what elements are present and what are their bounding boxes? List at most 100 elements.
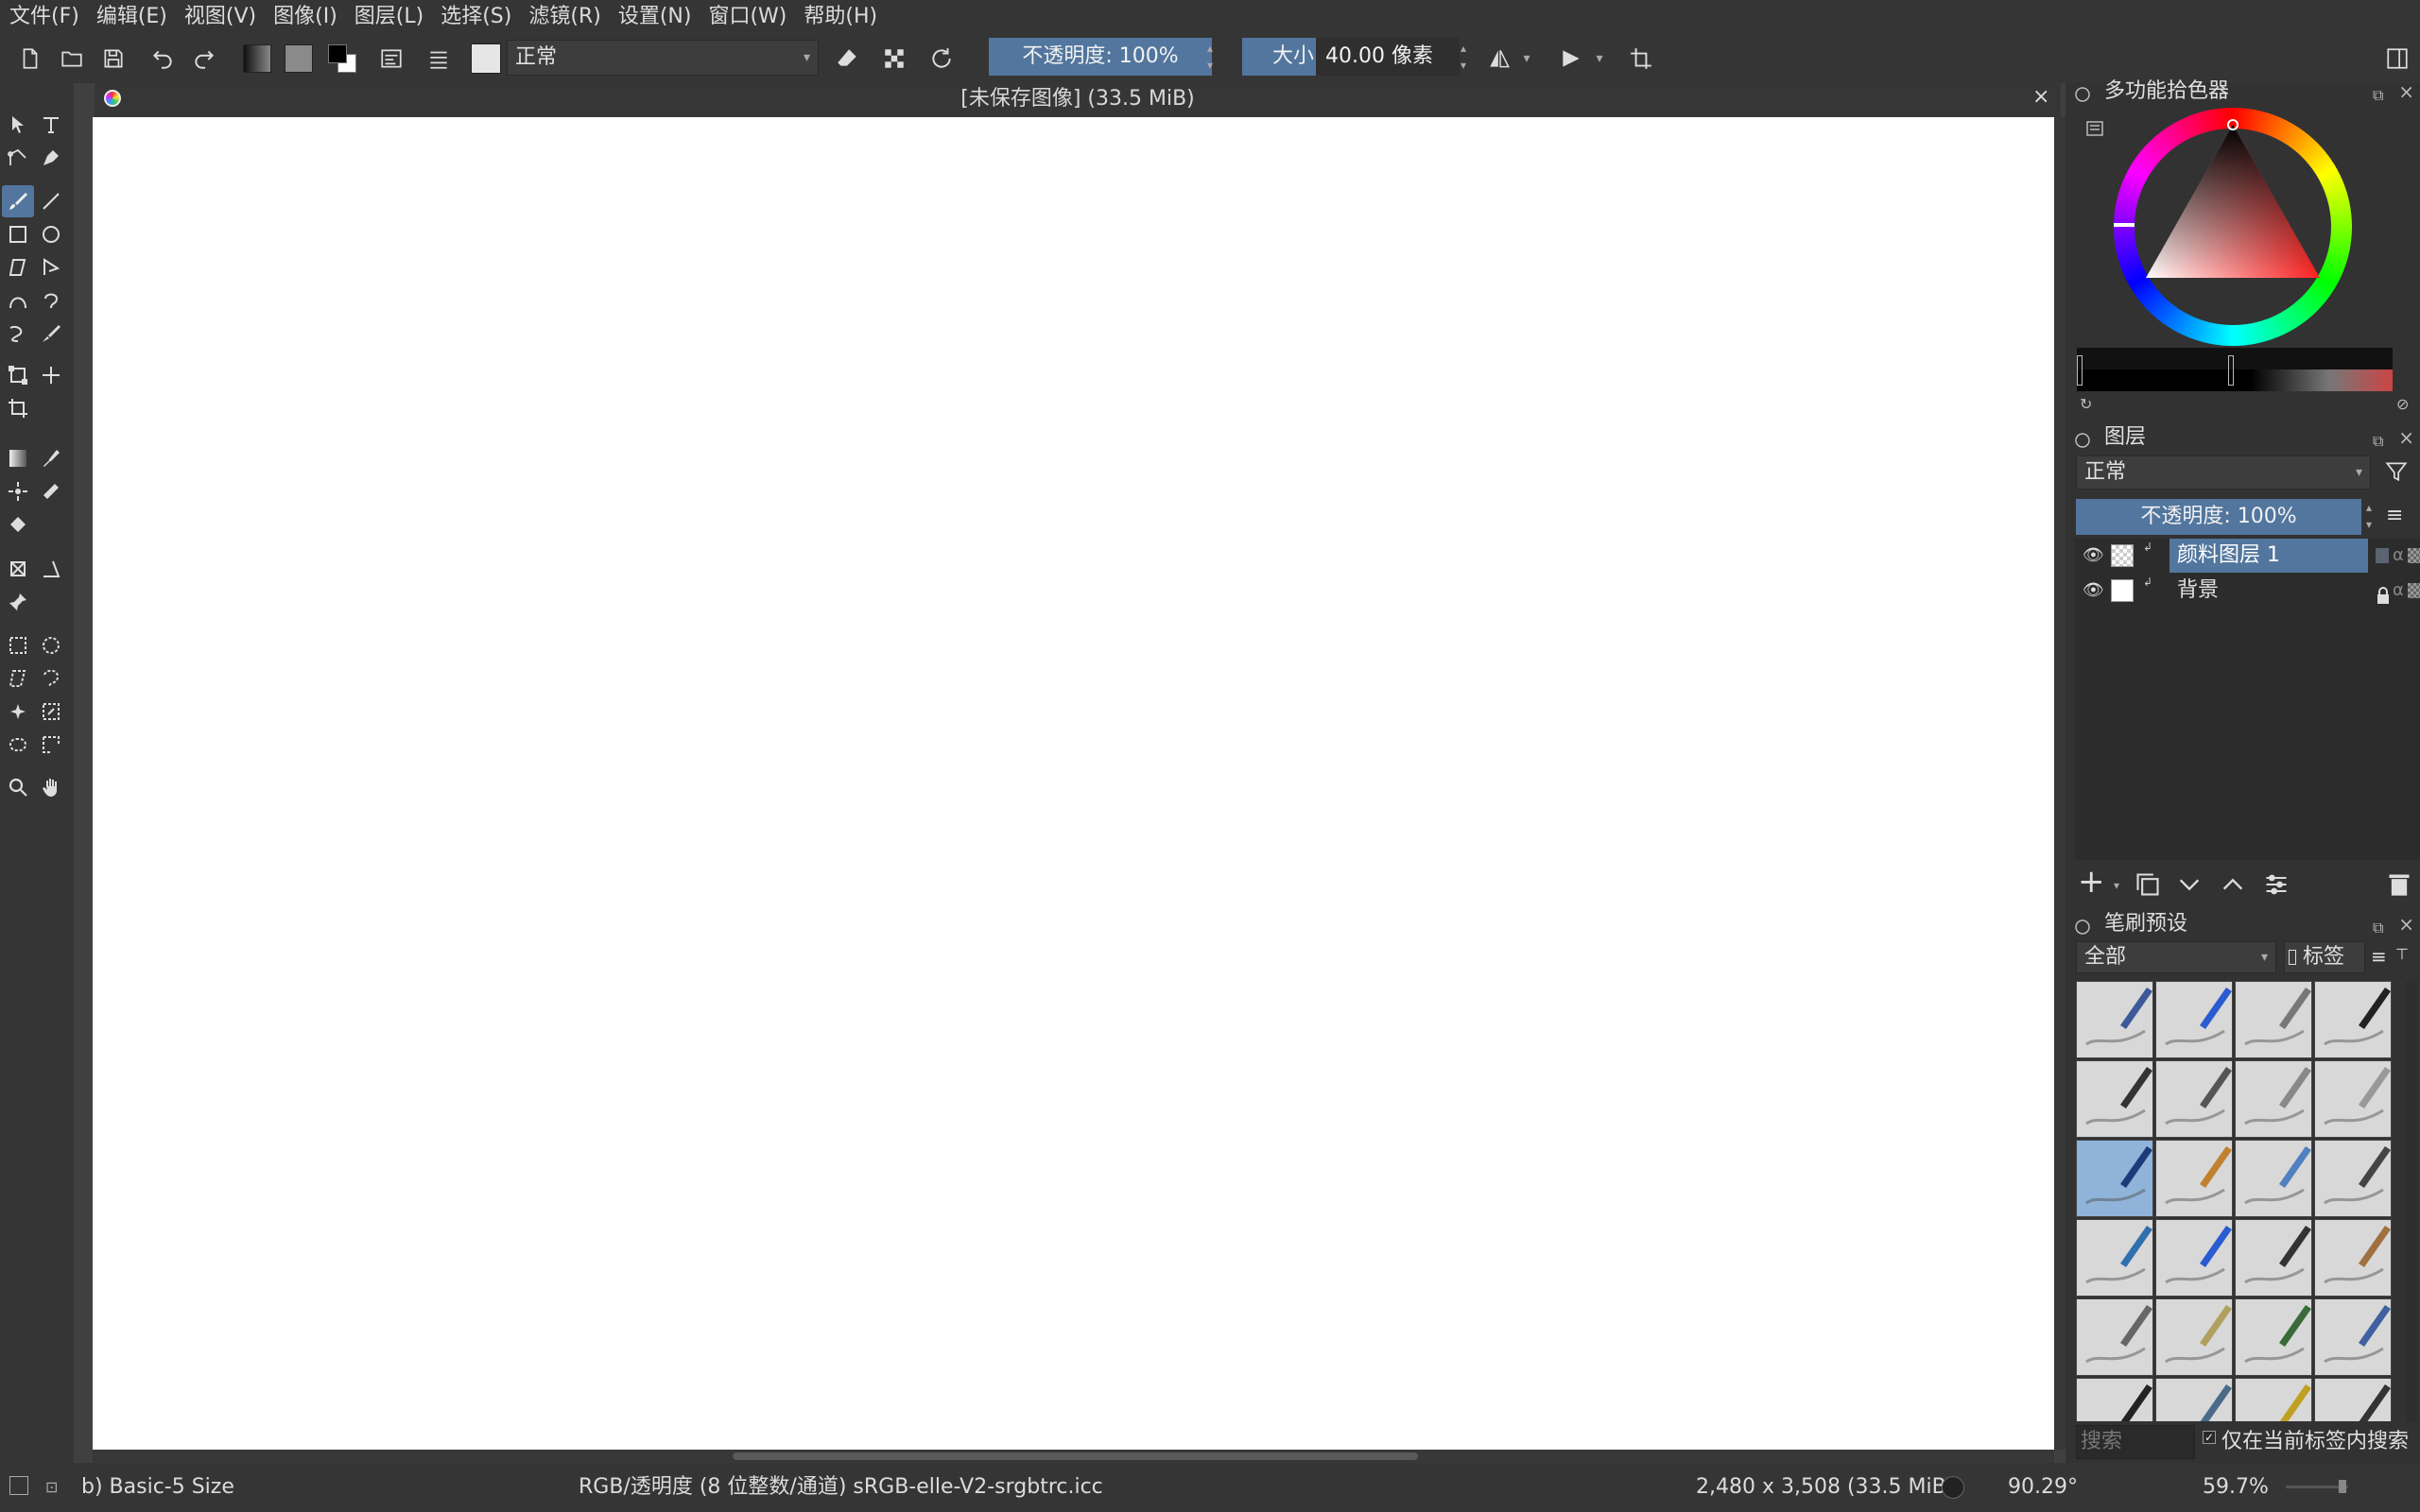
brush-preset-tile[interactable] — [2155, 981, 2233, 1058]
menu-edit[interactable]: 编辑(E) — [88, 0, 176, 34]
brush-preset-tile[interactable] — [2314, 1378, 2392, 1421]
color-selector-settings-icon[interactable] — [2085, 119, 2104, 138]
multibrush-icon[interactable] — [35, 318, 67, 350]
filter-icon[interactable] — [2384, 459, 2409, 484]
eye-icon[interactable]: 👁 — [2083, 574, 2104, 608]
color-picker-icon[interactable] — [35, 442, 67, 474]
open-folder-icon[interactable] — [55, 42, 89, 76]
size-spin-arrows[interactable]: ▴ ▾ — [1456, 40, 1471, 77]
layer-opacity-slider[interactable]: 不透明度: 100% — [2076, 499, 2361, 535]
magnetic-select-icon[interactable] — [35, 729, 67, 761]
text-tool-icon[interactable] — [35, 109, 67, 141]
save-icon[interactable] — [96, 42, 130, 76]
menu-window[interactable]: 窗口(W) — [700, 0, 795, 34]
brush-editor-icon[interactable] — [374, 42, 408, 76]
brush-preset-tile[interactable] — [2235, 1060, 2312, 1138]
rotation-dial-icon[interactable] — [1942, 1476, 1964, 1499]
mirror-horizontal-icon[interactable] — [1482, 42, 1516, 76]
measure-tool-icon[interactable] — [35, 553, 67, 585]
eye-icon[interactable]: 👁 — [2083, 539, 2104, 573]
brush-preset-tile[interactable] — [2235, 1140, 2312, 1217]
brush-preset-tile[interactable] — [2155, 1378, 2233, 1421]
line-tool-icon[interactable] — [35, 185, 67, 217]
wrap-around-icon[interactable] — [1624, 42, 1658, 76]
preserve-alpha-icon[interactable] — [877, 42, 911, 76]
saturation-value-triangle[interactable] — [2114, 108, 2352, 346]
ellipse-tool-icon[interactable] — [35, 218, 67, 250]
lock-docker-icon[interactable] — [2074, 83, 2091, 102]
eraser-icon[interactable] — [830, 42, 864, 76]
close-document-icon[interactable]: × — [2032, 85, 2049, 109]
size-slider[interactable]: 大小 40.00 像素 — [1242, 38, 1460, 76]
delete-layer-icon[interactable] — [2386, 871, 2412, 898]
brush-preset-tile[interactable] — [2235, 1219, 2312, 1297]
brush-preset-tile[interactable] — [2076, 1140, 2153, 1217]
redo-icon[interactable] — [187, 42, 221, 76]
chevron-down-icon[interactable]: ▾ — [2114, 879, 2119, 892]
crop-tool-icon[interactable] — [2, 392, 34, 424]
color-history-strip[interactable] — [2077, 348, 2393, 391]
layer-row-background[interactable]: 👁 ↲ 背景 α — [2075, 574, 2420, 608]
smart-patch-icon[interactable] — [35, 475, 67, 507]
rotation-angle[interactable]: 90.29° — [2008, 1463, 2078, 1512]
drawing-canvas[interactable] — [93, 117, 2054, 1450]
move-layer-down-icon[interactable] — [2176, 871, 2203, 898]
menu-settings[interactable]: 设置(N) — [610, 0, 700, 34]
new-document-icon[interactable] — [13, 42, 47, 76]
pattern-swatch-icon[interactable] — [282, 42, 316, 76]
menu-help[interactable]: 帮助(H) — [795, 0, 886, 34]
alpha-lock-icon[interactable]: α — [2393, 574, 2404, 608]
brush-preset-tile[interactable] — [2076, 1378, 2153, 1421]
menu-filter[interactable]: 滤镜(R) — [520, 0, 609, 34]
blend-mode-select[interactable]: 正常 ▾ — [507, 40, 819, 76]
select-shapes-icon[interactable] — [2, 109, 34, 141]
pan-tool-icon[interactable] — [35, 771, 67, 803]
inherit-alpha-icon[interactable] — [2408, 583, 2420, 598]
inherit-alpha-icon[interactable] — [2408, 548, 2420, 563]
close-docker-icon[interactable]: × — [2398, 77, 2414, 106]
zoom-tool-icon[interactable] — [2, 771, 34, 803]
assistant-tool-icon[interactable] — [2, 553, 34, 585]
edit-shapes-icon[interactable] — [2, 142, 34, 174]
transform-tool-icon[interactable] — [2, 359, 34, 391]
gradient-tool-icon[interactable] — [2, 442, 34, 474]
foreground-background-color-icon[interactable] — [325, 42, 359, 76]
move-tool-icon[interactable] — [35, 359, 67, 391]
opacity-spin-arrows[interactable]: ▴ ▾ — [1202, 40, 1218, 77]
move-layer-up-icon[interactable] — [2220, 871, 2246, 898]
zoom-level[interactable]: 59.7% — [2203, 1463, 2269, 1512]
layer-blend-mode-select[interactable]: 正常 ▾ — [2076, 455, 2371, 490]
horizontal-scrollbar-thumb[interactable] — [733, 1452, 1418, 1460]
brush-search-input[interactable]: 搜索 — [2076, 1425, 2195, 1459]
polyline-tool-icon[interactable] — [35, 251, 67, 284]
add-layer-icon[interactable]: + — [2078, 866, 2110, 900]
reference-images-icon[interactable] — [2, 586, 34, 618]
search-in-tag-checkbox[interactable]: ✓ — [2203, 1431, 2216, 1444]
brush-preset-tile[interactable] — [2155, 1219, 2233, 1297]
freehand-brush-icon[interactable] — [2, 185, 34, 217]
brush-tag-filter-select[interactable]: 全部 ▾ — [2076, 941, 2276, 973]
bezier-tool-icon[interactable] — [2, 284, 34, 317]
selection-display-icon[interactable] — [9, 1476, 28, 1495]
alpha-lock-icon[interactable]: α — [2393, 539, 2404, 573]
menu-view[interactable]: 视图(V) — [176, 0, 265, 34]
contiguous-select-icon[interactable] — [2, 696, 34, 728]
brush-preset-tile[interactable] — [2314, 1060, 2392, 1138]
freehand-path-icon[interactable] — [35, 284, 67, 317]
colorize-mask-icon[interactable] — [2, 475, 34, 507]
brush-view-menu-icon[interactable]: ≡ — [2371, 945, 2392, 968]
brush-preset-tile[interactable] — [2155, 1060, 2233, 1138]
freehand-select-icon[interactable] — [35, 662, 67, 695]
close-docker-icon[interactable]: × — [2398, 910, 2414, 938]
brush-preset-tile[interactable] — [2314, 1140, 2392, 1217]
mirror-vertical-icon[interactable] — [1554, 42, 1588, 76]
float-docker-icon[interactable]: ⧉ — [2373, 914, 2392, 936]
bezier-select-icon[interactable] — [2, 729, 34, 761]
layer-name[interactable]: 颜料图层 1 — [2177, 539, 2280, 573]
brush-preset-icon[interactable] — [469, 42, 503, 76]
brush-preset-tile[interactable] — [2155, 1298, 2233, 1376]
menu-file[interactable]: 文件(F) — [0, 0, 88, 34]
layer-row-paint-1[interactable]: 👁 ↲ 颜料图层 1 α — [2075, 539, 2420, 573]
ellipse-select-icon[interactable] — [35, 629, 67, 662]
chevron-down-icon[interactable]: ▾ — [1590, 42, 1609, 76]
